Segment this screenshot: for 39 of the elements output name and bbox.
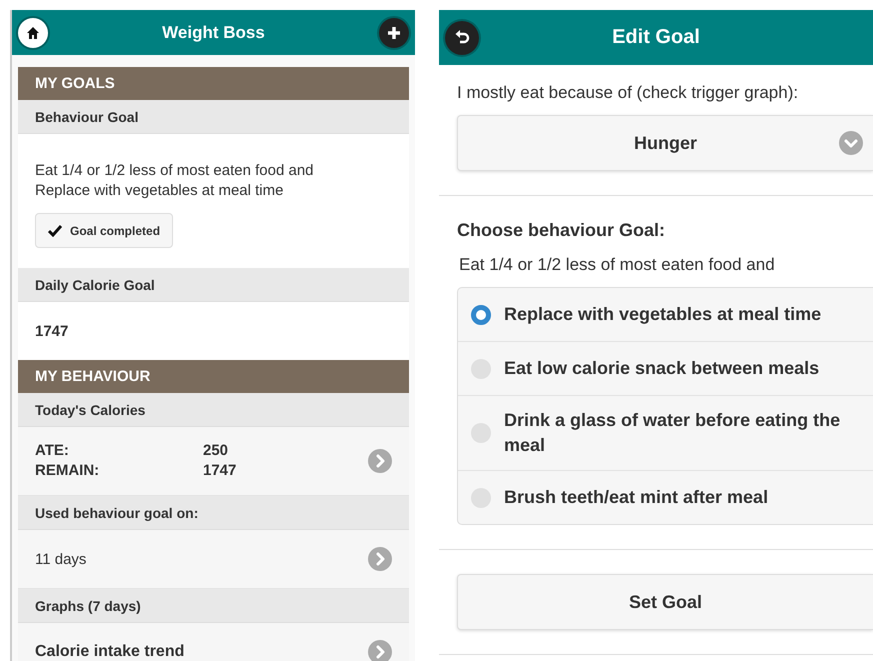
stat-label: REMAIN:	[35, 461, 100, 481]
goal-heading: Choose behaviour Goal:	[457, 220, 666, 241]
home-button[interactable]	[18, 18, 48, 48]
option-label[interactable]: Brush teeth/eat mint after meal	[504, 485, 768, 510]
option-label[interactable]: Eat low calorie snack between meals	[504, 356, 820, 381]
option-label[interactable]: Drink a glass of water before eating the meal	[504, 408, 861, 458]
chevron-down-icon	[839, 131, 863, 155]
set-goal-button[interactable]: Set Goal	[457, 574, 873, 630]
back-button[interactable]	[445, 20, 479, 54]
trigger-select[interactable]: Hunger	[457, 115, 873, 171]
radio-button[interactable]	[471, 304, 491, 324]
stat-value: 250	[203, 441, 230, 461]
stat-value: 1747	[203, 461, 236, 481]
list-subheader: Graphs (7 days)	[18, 589, 409, 623]
goal-intro: Eat 1/4 or 1/2 less of most eaten food and	[459, 255, 776, 275]
add-button[interactable]	[379, 18, 409, 48]
section-header: MY BEHAVIOUR	[18, 360, 409, 393]
chevron-right-icon	[368, 547, 392, 571]
chevron-right-icon	[368, 449, 392, 473]
goal-text: Eat 1/4 or 1/2 less of most eaten food and Replace with vegetables at meal time	[35, 161, 315, 201]
goal-completed-button[interactable]: Goal completed	[35, 213, 174, 248]
list-subheader: Used behaviour goal on:	[18, 496, 409, 530]
option-label[interactable]: Replace with vegetables at meal time	[504, 302, 822, 327]
screen-title: Edit Goal	[611, 26, 701, 49]
chevron-right-icon	[368, 640, 392, 661]
section-header: MY GOALS	[18, 67, 409, 100]
list-subheader: Daily Calorie Goal	[18, 268, 409, 302]
home-icon	[26, 26, 40, 40]
stat-label: ATE:	[35, 441, 70, 461]
list-item-text: Calorie intake trend	[35, 643, 184, 661]
app-title: Weight Boss	[161, 22, 266, 42]
check-icon	[48, 224, 62, 236]
list-item-text: 11 days	[35, 550, 86, 568]
list-subheader: Behaviour Goal	[18, 100, 409, 134]
undo-arrow-icon	[454, 30, 470, 46]
trigger-label: I mostly eat because of (check trigger graph):	[457, 83, 800, 103]
plus-icon	[386, 24, 402, 40]
list-subheader: Today's Calories	[18, 393, 409, 427]
calorie-goal-value: 1747	[35, 322, 70, 342]
